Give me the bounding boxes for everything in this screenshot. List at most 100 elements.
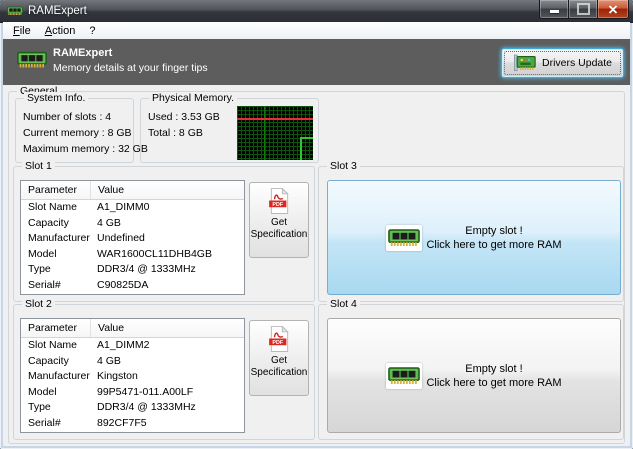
value-cell: 892CF7F5 [90,416,244,432]
param-cell: Type [21,400,90,416]
get-specification-label: Get Specification [250,217,308,241]
slot1-table: Parameter Value Slot NameA1_DIMM0 Capaci… [20,180,245,295]
table-row[interactable]: TypeDDR3/4 @ 1333MHz [21,400,244,416]
slot2-group: Slot 2 Parameter Value Slot NameA1_DIMM2… [13,304,315,440]
empty-slot-line2: Click here to get more RAM [426,238,561,252]
menu-file[interactable]: File [6,24,38,38]
number-of-slots: Number of slots : 4 [16,109,133,125]
table-row[interactable]: Serial#892CF7F5 [21,416,244,432]
window-controls [540,0,629,19]
memory-usage-graph [237,106,313,160]
empty-slot-line2: Click here to get more RAM [426,376,561,390]
table-row[interactable]: ManufacturerKingston [21,369,244,385]
slot1-group: Slot 1 Parameter Value Slot NameA1_DIMM0… [13,166,315,302]
general-group: General System Info. Number of slots : 4… [8,91,625,444]
param-cell: Capacity [21,354,90,370]
table-row[interactable]: TypeDDR3/4 @ 1333MHz [21,262,244,278]
table-row[interactable]: Capacity4 GB [21,216,244,232]
value-cell: DDR3/4 @ 1333MHz [90,400,244,416]
physical-memory-label: Physical Memory. [149,92,237,105]
ram-module-icon [17,48,47,72]
column-value[interactable]: Value [91,319,244,337]
value-cell: A1_DIMM0 [90,200,244,216]
slot1-label: Slot 1 [22,160,55,173]
menu-action[interactable]: Action [38,24,83,38]
empty-slot-text-block: Empty slot ! Click here to get more RAM [426,362,561,390]
table-row[interactable]: ManufacturerUndefined [21,231,244,247]
table-row[interactable]: Slot NameA1_DIMM2 [21,338,244,354]
value-cell: WAR1600CL11DHB4GB [90,247,244,263]
column-value[interactable]: Value [91,181,244,199]
table-header: Parameter Value [21,181,244,200]
slot3-label: Slot 3 [327,160,360,173]
drivers-update-button[interactable]: Drivers Update [501,48,624,78]
table-row[interactable]: ModelWAR1600CL11DHB4GB [21,247,244,263]
app-name: RAMExpert [53,46,208,61]
system-info-group: System Info. Number of slots : 4 Current… [15,98,134,163]
column-parameter[interactable]: Parameter [21,319,91,337]
value-cell: 4 GB [90,216,244,232]
table-row[interactable]: Model99P5471-011.A00LF [21,385,244,401]
ramexpert-window: RAMExpert File Action ? RAMExpert Memory… [0,0,633,449]
param-cell: Serial# [21,416,90,432]
slot2-table: Parameter Value Slot NameA1_DIMM2 Capaci… [20,318,245,433]
value-cell: Undefined [90,231,244,247]
param-cell: Capacity [21,216,90,232]
content-area: General System Info. Number of slots : 4… [3,85,630,446]
param-cell: Model [21,247,90,263]
slot4-empty-panel[interactable]: Empty slot ! Click here to get more RAM [327,318,621,433]
pci-card-icon [513,54,537,73]
maximize-icon [577,3,590,15]
ram-module-icon [7,5,23,17]
close-icon [608,5,618,14]
param-cell: Slot Name [21,200,90,216]
maximum-memory: Maximum memory : 32 GB [16,141,133,157]
value-cell: 99P5471-011.A00LF [90,385,244,401]
param-cell: Model [21,385,90,401]
menubar: File Action ? [3,22,630,40]
param-cell: Slot Name [21,338,90,354]
slot3-group: Slot 3 Empty slot ! Click here to get mo… [318,166,624,302]
app-header-text: RAMExpert Memory details at your finger … [53,46,208,75]
system-info-label: System Info. [24,92,88,105]
app-tagline: Memory details at your finger tips [53,61,208,75]
slot2-label: Slot 2 [22,298,55,311]
value-cell: Kingston [90,369,244,385]
column-parameter[interactable]: Parameter [21,181,91,199]
close-button[interactable] [597,0,629,19]
minimize-icon [550,10,559,13]
get-specification-label: Get Specification [250,355,308,379]
empty-slot-text-block: Empty slot ! Click here to get more RAM [426,224,561,252]
pdf-icon [268,326,291,352]
value-cell: DDR3/4 @ 1333MHz [90,262,244,278]
ram-module-icon [386,363,422,389]
pdf-icon [268,188,291,214]
param-cell: Type [21,262,90,278]
get-specification-button-slot1[interactable]: Get Specification [249,182,309,258]
physical-memory-group: Physical Memory. Used : 3.53 GB Total : … [140,98,319,163]
table-row[interactable]: Capacity4 GB [21,354,244,370]
get-specification-button-slot2[interactable]: Get Specification [249,320,309,396]
maximize-button[interactable] [568,0,598,19]
value-cell: C90825DA [90,278,244,294]
table-row[interactable]: Serial#C90825DA [21,278,244,294]
app-header: RAMExpert Memory details at your finger … [3,39,630,85]
slot4-group: Slot 4 Empty slot ! Click here to get mo… [318,304,624,440]
value-cell: A1_DIMM2 [90,338,244,354]
empty-slot-line1: Empty slot ! [426,362,561,376]
drivers-update-label: Drivers Update [542,57,612,69]
param-cell: Serial# [21,278,90,294]
slot4-label: Slot 4 [327,298,360,311]
param-cell: Manufacturer [21,231,90,247]
param-cell: Manufacturer [21,369,90,385]
minimize-button[interactable] [539,0,569,19]
value-cell: 4 GB [90,354,244,370]
empty-slot-line1: Empty slot ! [426,224,561,238]
current-memory: Current memory : 8 GB [16,125,133,141]
titlebar: RAMExpert [0,0,633,23]
table-header: Parameter Value [21,319,244,338]
table-row[interactable]: Slot NameA1_DIMM0 [21,200,244,216]
ram-module-icon [386,225,422,251]
menu-help[interactable]: ? [82,24,102,38]
slot3-empty-panel[interactable]: Empty slot ! Click here to get more RAM [327,180,621,295]
